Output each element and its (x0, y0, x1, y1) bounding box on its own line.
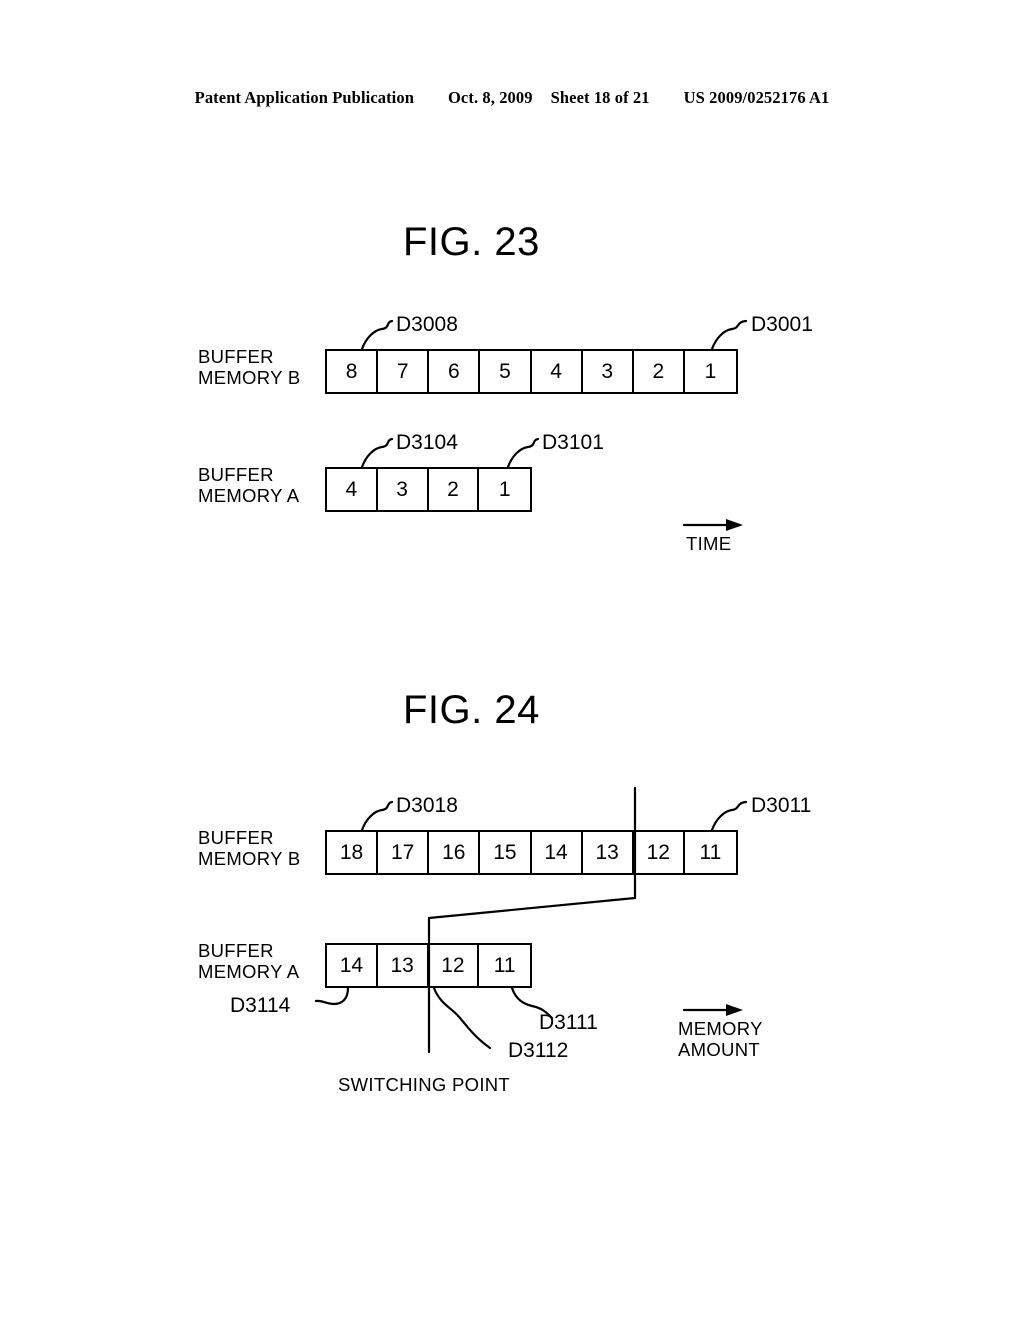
fig23-buffer-memory-a-strip: 4 3 2 1 (325, 467, 532, 512)
memory-cell: 14 (327, 945, 378, 986)
memory-cell: 1 (479, 469, 531, 510)
memory-cell: 8 (327, 351, 379, 392)
fig23-leader-d3001 (710, 319, 748, 351)
fig24-leader-d3114 (314, 986, 350, 1006)
fig24-row-b-label: BUFFER MEMORY B (198, 827, 300, 869)
fig24-memory-amount-line1: MEMORY (678, 1018, 763, 1039)
memory-cell: 2 (428, 469, 480, 510)
memory-cell: 15 (480, 832, 532, 873)
memory-cell: 2 (633, 351, 685, 392)
header-date: Oct. 8, 2009 (448, 88, 533, 107)
fig24-row-a-label: BUFFER MEMORY A (198, 940, 299, 982)
fig24-leader-d3112 (432, 986, 492, 1050)
fig23-row-b-label-line2: MEMORY B (198, 367, 301, 388)
memory-cell: 12 (428, 945, 480, 986)
memory-cell: 4 (531, 351, 583, 392)
memory-cell: 18 (327, 832, 379, 873)
fig24-buffer-memory-a-strip: 14 13 12 11 (325, 943, 532, 988)
memory-cell: 3 (377, 469, 429, 510)
memory-cell: 13 (377, 945, 429, 986)
fig23-ref-d3101: D3101 (542, 431, 604, 454)
fig23-row-a-label-line2: MEMORY A (198, 485, 300, 506)
memory-cell: 13 (582, 832, 634, 873)
fig23-leader-d3008 (360, 319, 394, 351)
header-sheet: Sheet 18 of 21 (550, 88, 650, 107)
memory-cell: 4 (327, 469, 378, 510)
memory-cell: 11 (684, 832, 736, 873)
fig23-ref-d3104: D3104 (396, 431, 458, 454)
header-publication: Patent Application Publication (194, 88, 414, 107)
memory-cell: 1 (684, 351, 736, 392)
patent-drawing-page: Patent Application Publication Oct. 8, 20… (0, 0, 1024, 1320)
fig23-row-b-label: BUFFER MEMORY B (198, 346, 300, 388)
figure-title-23: FIG. 23 (403, 220, 540, 264)
memory-cell: 7 (378, 351, 430, 392)
fig24-buffer-memory-b-strip: 18 17 16 15 14 13 12 11 (325, 830, 738, 875)
memory-cell: 11 (479, 945, 531, 986)
fig23-row-b-label-line1: BUFFER (198, 346, 274, 367)
fig24-switching-point-caption: SWITCHING POINT (338, 1074, 511, 1095)
fig23-buffer-memory-b-strip: 8 7 6 5 4 3 2 1 (325, 349, 738, 394)
fig23-leader-d3104 (360, 437, 394, 469)
fig24-row-b-label-line2: MEMORY B (198, 848, 301, 869)
memory-cell: 17 (378, 832, 430, 873)
fig24-ref-d3114: D3114 (230, 994, 291, 1017)
fig24-memory-amount-arrow-head (726, 1004, 743, 1016)
drawing-line-overlay (314, 319, 748, 1054)
fig23-ref-d3001: D3001 (751, 313, 813, 336)
fig23-time-axis-caption: TIME (686, 533, 732, 554)
memory-cell: 6 (429, 351, 481, 392)
fig24-ref-d3011: D3011 (751, 794, 812, 817)
memory-cell: 5 (480, 351, 532, 392)
memory-cell: 14 (531, 832, 583, 873)
fig23-row-a-label-line1: BUFFER (198, 464, 274, 485)
figure-title-24: FIG. 24 (403, 688, 540, 732)
fig23-time-arrow-head (726, 519, 743, 531)
page-header: Patent Application Publication Oct. 8, 20… (0, 88, 1024, 108)
fig23-row-a-label: BUFFER MEMORY A (198, 464, 299, 506)
fig24-row-a-label-line2: MEMORY A (198, 961, 300, 982)
memory-cell: 12 (633, 832, 685, 873)
header-patent-number: US 2009/0252176 A1 (683, 88, 830, 107)
fig24-leader-d3018 (360, 800, 394, 832)
fig24-leader-d3011 (710, 800, 748, 832)
memory-cell: 16 (429, 832, 481, 873)
fig24-row-b-label-line1: BUFFER (198, 827, 274, 848)
fig24-memory-amount-axis-caption: MEMORY AMOUNT (678, 1018, 763, 1060)
memory-cell: 3 (582, 351, 634, 392)
fig24-ref-d3018: D3018 (396, 794, 458, 817)
fig23-leader-d3101 (506, 437, 540, 469)
fig24-ref-d3111: D3111 (539, 1011, 598, 1034)
fig24-memory-amount-line2: AMOUNT (678, 1039, 760, 1060)
fig24-ref-d3112: D3112 (508, 1039, 569, 1062)
fig24-switching-connector (427, 896, 637, 920)
fig24-row-a-label-line1: BUFFER (198, 940, 274, 961)
fig23-ref-d3008: D3008 (396, 313, 458, 336)
